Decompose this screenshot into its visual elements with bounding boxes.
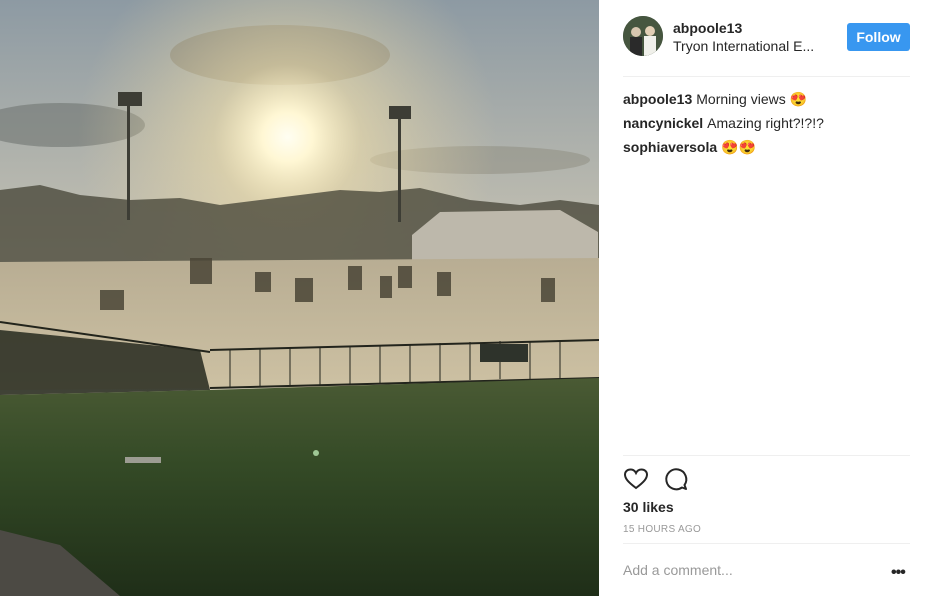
comment-item: nancynickel Amazing right?!?!? (623, 114, 910, 132)
header-divider (623, 76, 910, 77)
post-header: abpoole13 Tryon International E... Follo… (623, 16, 910, 58)
post-timestamp[interactable]: 15 HOURS AGO (623, 524, 701, 535)
comment-author[interactable]: abpoole13 (623, 91, 692, 107)
likes-count[interactable]: 30 likes (623, 499, 674, 515)
follow-button[interactable]: Follow (847, 23, 910, 51)
heart-icon[interactable] (623, 466, 649, 492)
comment-text: 😍😍 (721, 139, 757, 155)
comment-item: sophiaversola 😍😍 (623, 138, 910, 156)
comment-author[interactable]: nancynickel (623, 115, 703, 131)
avatar-image (623, 16, 663, 56)
comment-author[interactable]: sophiaversola (623, 139, 717, 155)
add-comment-input[interactable] (623, 562, 863, 578)
comment-text: Amazing right?!?!? (707, 115, 824, 131)
post-sidebar: abpoole13 Tryon International E... Follo… (599, 0, 934, 596)
username[interactable]: abpoole13 (673, 20, 742, 36)
post-photo[interactable] (0, 0, 599, 596)
actions-divider (623, 455, 910, 456)
arena-sunrise-image (0, 0, 599, 596)
comment-icon[interactable] (663, 466, 689, 492)
comments-list: abpoole13 Morning views 😍 nancynickel Amaz… (623, 90, 910, 162)
more-options-button[interactable]: ••• (891, 564, 906, 582)
avatar[interactable] (623, 16, 663, 56)
comment-text: Morning views 😍 (696, 91, 808, 107)
comment-divider (623, 543, 910, 544)
location-link[interactable]: Tryon International E... (673, 38, 823, 54)
comment-item: abpoole13 Morning views 😍 (623, 90, 910, 108)
